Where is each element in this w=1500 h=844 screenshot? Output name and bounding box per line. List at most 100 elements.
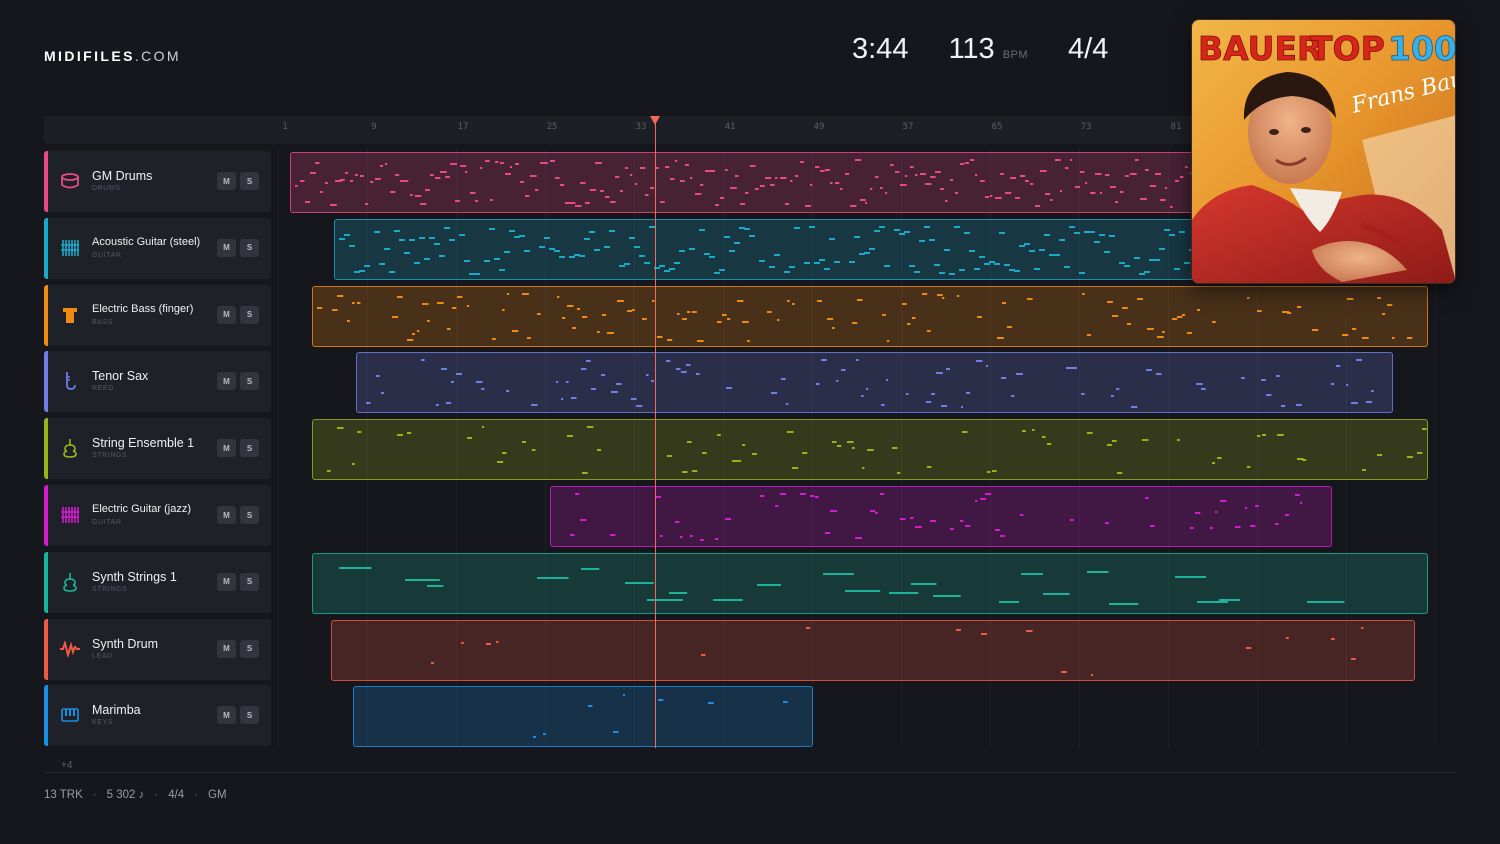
solo-button[interactable]: S xyxy=(240,706,259,725)
solo-button[interactable]: S xyxy=(240,172,259,190)
sax-icon xyxy=(59,370,81,392)
mute-button[interactable]: M xyxy=(217,506,236,524)
track-color-stripe xyxy=(44,151,48,212)
mute-button[interactable]: M xyxy=(217,172,236,190)
ruler-tick: 1 xyxy=(282,122,288,132)
track-header[interactable]: Tenor Sax REED M S xyxy=(44,351,271,413)
track-header[interactable]: Synth Strings 1 STRINGS M S xyxy=(44,551,271,613)
track-category: STRINGS xyxy=(92,585,128,593)
clip-note-pattern xyxy=(533,694,788,739)
footer-summary: 13 TRK · 5 302 ♪ · 4/4 · GM xyxy=(44,789,227,801)
solo-button[interactable]: S xyxy=(240,372,259,391)
midi-clip[interactable] xyxy=(312,552,1428,614)
ruler-tick: 81 xyxy=(1170,122,1182,132)
clip-note-pattern xyxy=(327,426,1427,475)
ruler-tick: 9 xyxy=(371,122,377,132)
clip-note-pattern xyxy=(366,359,1374,409)
track-color-stripe xyxy=(44,618,48,680)
solo-button[interactable]: S xyxy=(240,305,259,324)
mute-button[interactable]: M xyxy=(217,639,236,658)
ruler-tick: 25 xyxy=(546,122,558,132)
track-category: STRINGS xyxy=(92,452,128,460)
ruler-tick: 49 xyxy=(813,122,825,132)
playhead-handle[interactable] xyxy=(650,116,660,125)
solo-button[interactable]: S xyxy=(240,639,259,658)
track-category: GUITAR xyxy=(92,251,122,259)
guitar-strings-icon xyxy=(59,504,81,526)
clip-note-pattern xyxy=(317,292,1413,342)
track-category: BASS xyxy=(92,318,114,326)
track-header[interactable]: GM Drums DRUMS M S xyxy=(44,151,271,212)
track-category: KEYS xyxy=(92,719,114,727)
track-count: 13 TRK xyxy=(44,789,83,801)
track-header[interactable]: Marimba KEYS M S xyxy=(44,685,271,747)
track-name: Tenor Sax xyxy=(92,369,149,384)
clip-note-pattern xyxy=(570,493,1303,541)
midi-clip[interactable] xyxy=(550,486,1332,547)
track-category: GUITAR xyxy=(92,519,122,526)
separator: · xyxy=(92,789,97,801)
tempo-unit: BPM xyxy=(1002,49,1029,61)
midi-clip[interactable] xyxy=(312,285,1428,347)
track-name: Marimba xyxy=(92,703,141,718)
mute-button[interactable]: M xyxy=(217,238,236,257)
midi-clip[interactable] xyxy=(312,419,1428,481)
ruler-tick: 41 xyxy=(724,122,736,132)
cover-title-top: TOP xyxy=(1310,29,1385,68)
mute-button[interactable]: M xyxy=(217,706,236,725)
clip-note-pattern xyxy=(431,626,1364,676)
track-color-stripe xyxy=(44,351,48,413)
track-name: Synth Strings 1 xyxy=(92,569,177,584)
ruler-tick: 57 xyxy=(902,122,914,132)
ruler-tick: 73 xyxy=(1080,122,1092,132)
track-header[interactable]: Acoustic Guitar (steel) GUITAR M S xyxy=(44,217,271,279)
cover-title-bauer: BAUER xyxy=(1198,29,1322,68)
time-signature-display: 4/4 xyxy=(1068,33,1109,65)
track-category: LEAD xyxy=(92,652,113,660)
midi-clip[interactable] xyxy=(356,352,1393,414)
clip-note-pattern xyxy=(339,566,1345,605)
site-logo[interactable]: MIDIFILES.COM xyxy=(44,48,181,64)
track-header[interactable]: Electric Bass (finger) BASS M S xyxy=(44,284,271,346)
note-count: 5 302 ♪ xyxy=(106,789,145,801)
mute-button[interactable]: M xyxy=(217,572,236,591)
track-name: Acoustic Guitar (steel) xyxy=(92,235,201,248)
track-name: String Ensemble 1 xyxy=(92,436,195,451)
footer-divider xyxy=(44,772,1456,773)
track-color-stripe xyxy=(44,217,48,279)
track-name: Synth Drum xyxy=(92,636,158,651)
ruler-tick: 65 xyxy=(991,122,1003,132)
bass-icon xyxy=(59,304,81,326)
track-header[interactable]: String Ensemble 1 STRINGS M S xyxy=(44,418,271,480)
grid-line xyxy=(278,148,279,748)
track-category: REED xyxy=(92,385,114,393)
track-category: DRUMS xyxy=(92,185,121,192)
more-tracks-indicator[interactable]: +4 xyxy=(61,760,72,771)
track-name: Electric Guitar (jazz) xyxy=(92,503,192,515)
track-header[interactable]: Synth Drum LEAD M S xyxy=(44,618,271,680)
solo-button[interactable]: S xyxy=(240,572,259,591)
mute-button[interactable]: M xyxy=(217,439,236,458)
solo-button[interactable]: S xyxy=(240,439,259,458)
drum-icon xyxy=(59,170,81,192)
duration-display: 3:44 xyxy=(852,33,909,65)
separator: · xyxy=(154,789,159,801)
ruler-tick: 17 xyxy=(457,122,469,132)
playhead[interactable] xyxy=(655,122,656,748)
mute-button[interactable]: M xyxy=(217,305,236,324)
violin-icon xyxy=(59,571,81,593)
tempo-display: 113 xyxy=(948,33,995,65)
ruler-tick: 33 xyxy=(635,122,647,132)
midi-clip[interactable] xyxy=(331,619,1415,681)
midi-clip[interactable] xyxy=(353,686,813,748)
solo-button[interactable]: S xyxy=(240,238,259,257)
logo-domain: .COM xyxy=(134,48,181,64)
solo-button[interactable]: S xyxy=(240,506,259,524)
track-name: Electric Bass (finger) xyxy=(92,302,194,315)
guitar-strings-icon xyxy=(59,237,81,259)
mute-button[interactable]: M xyxy=(217,372,236,391)
logo-wordmark: MIDIFILES xyxy=(44,48,135,64)
violin-icon xyxy=(59,437,81,459)
track-color-stripe xyxy=(44,685,48,747)
track-header[interactable]: Electric Guitar (jazz) GUITAR M S xyxy=(44,485,271,546)
